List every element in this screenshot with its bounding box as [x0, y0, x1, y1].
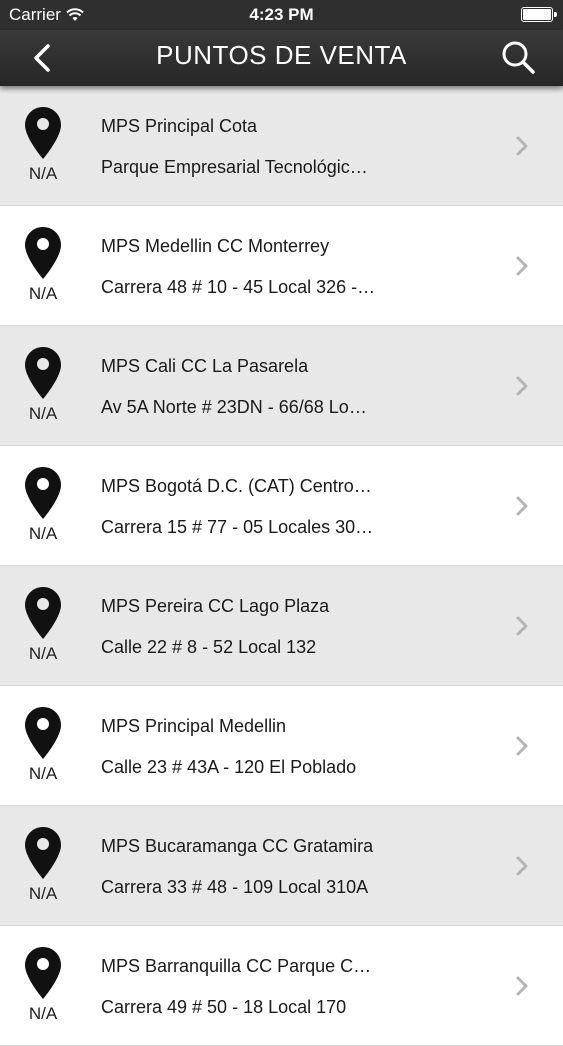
store-row[interactable]: N/A MPS Bucaramanga CC Gratamira Carrera… [0, 806, 563, 926]
search-button[interactable] [499, 38, 539, 78]
map-pin-icon [25, 827, 61, 879]
store-row[interactable]: N/A MPS Principal Cota Parque Empresaria… [0, 86, 563, 206]
store-row[interactable]: N/A MPS Pereira CC Lago Plaza Calle 22 #… [0, 566, 563, 686]
status-time: 4:23 PM [249, 5, 314, 24]
store-name: MPS Pereira CC Lago Plaza [101, 596, 330, 616]
store-distance: N/A [28, 164, 58, 183]
store-distance: N/A [28, 644, 58, 663]
map-pin-icon [25, 947, 61, 999]
store-name: MPS Medellin CC Monterrey [101, 236, 330, 256]
chevron-right-icon [516, 616, 528, 636]
store-distance: N/A [28, 1004, 58, 1023]
store-distance: N/A [28, 764, 58, 783]
map-pin-icon [25, 347, 61, 399]
map-pin-icon [25, 587, 61, 639]
store-address: Parque Empresarial Tecnológic… [101, 157, 368, 177]
battery-icon [521, 7, 557, 22]
store-distance: N/A [28, 884, 58, 903]
store-distance: N/A [28, 524, 58, 543]
store-row[interactable]: N/A MPS Barranquilla CC Parque C… Carrer… [0, 926, 563, 1046]
map-pin-icon [25, 707, 61, 759]
store-address: Carrera 49 # 50 - 18 Local 170 [101, 997, 347, 1017]
store-row[interactable]: N/A MPS Principal Medellin Calle 23 # 43… [0, 686, 563, 806]
navigation-bar: PUNTOS DE VENTA [0, 30, 563, 86]
store-address: Carrera 33 # 48 - 109 Local 310A [101, 877, 369, 897]
map-pin-icon [25, 467, 61, 519]
chevron-right-icon [516, 256, 528, 276]
page-title: PUNTOS DE VENTA [156, 40, 407, 70]
store-list: N/A MPS Principal Cota Parque Empresaria… [0, 86, 563, 1046]
store-row[interactable]: N/A MPS Bogotá D.C. (CAT) Centro… Carrer… [0, 446, 563, 566]
store-name: MPS Principal Cota [101, 116, 258, 136]
store-distance: N/A [28, 284, 58, 303]
store-address: Calle 22 # 8 - 52 Local 132 [101, 637, 317, 657]
map-pin-icon [25, 107, 61, 159]
store-name: MPS Barranquilla CC Parque C… [101, 956, 372, 976]
store-address: Av 5A Norte # 23DN - 66/68 Lo… [101, 397, 367, 417]
chevron-right-icon [516, 376, 528, 396]
chevron-right-icon [516, 856, 528, 876]
store-name: MPS Bogotá D.C. (CAT) Centro… [101, 476, 372, 496]
store-address: Calle 23 # 43A - 120 El Poblado [101, 757, 357, 777]
status-bar: Carrier 4:23 PM [0, 0, 563, 30]
chevron-right-icon [516, 496, 528, 516]
chevron-right-icon [516, 136, 528, 156]
store-row[interactable]: N/A MPS Cali CC La Pasarela Av 5A Norte … [0, 326, 563, 446]
store-distance: N/A [28, 404, 58, 423]
store-name: MPS Principal Medellin [101, 716, 287, 736]
map-pin-icon [25, 227, 61, 279]
chevron-right-icon [516, 736, 528, 756]
store-row[interactable]: N/A MPS Medellin CC Monterrey Carrera 48… [0, 206, 563, 326]
store-name: MPS Cali CC La Pasarela [101, 356, 309, 376]
store-address: Carrera 15 # 77 - 05 Locales 30… [101, 517, 374, 537]
store-address: Carrera 48 # 10 - 45 Local 326 -… [101, 277, 376, 297]
chevron-right-icon [516, 976, 528, 996]
search-icon [502, 41, 535, 74]
store-name: MPS Bucaramanga CC Gratamira [101, 836, 374, 856]
